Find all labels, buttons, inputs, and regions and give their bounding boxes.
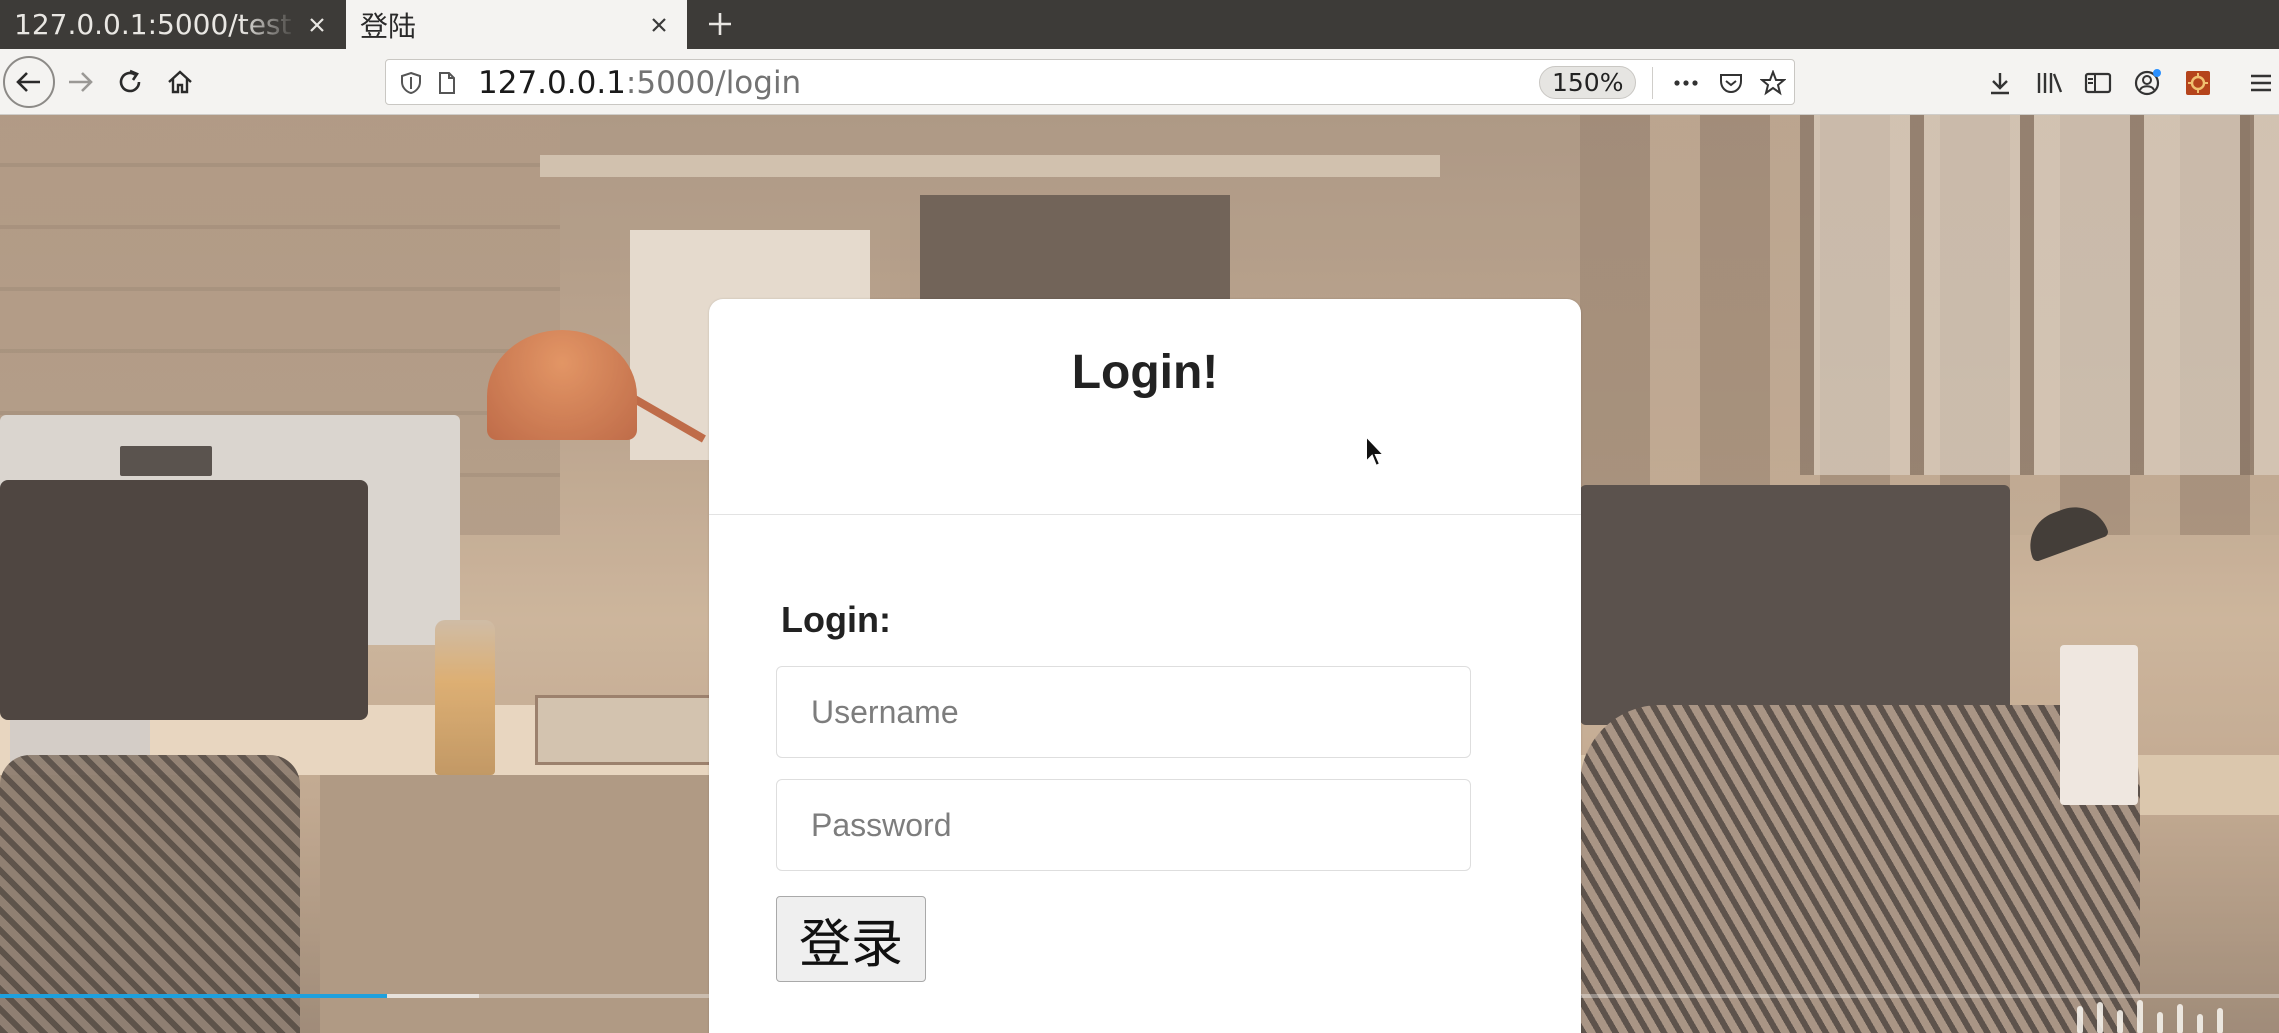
page-info-icon[interactable] xyxy=(432,68,462,98)
divider xyxy=(1652,67,1653,99)
mouse-cursor-icon xyxy=(1365,434,1387,468)
reload-icon xyxy=(119,69,141,93)
close-tab-icon[interactable] xyxy=(297,5,337,45)
arrow-left-icon xyxy=(16,72,40,92)
address-bar[interactable]: 127.0.0.1:5000/login 150% xyxy=(385,59,1795,105)
bookmark-star-icon[interactable] xyxy=(1758,68,1788,98)
login-button[interactable]: 登录 xyxy=(776,896,926,982)
sidebar-icon[interactable] xyxy=(2080,65,2116,101)
card-header: Login! xyxy=(709,299,1581,515)
watermark-logo xyxy=(2077,1000,2223,1033)
hamburger-menu-icon[interactable] xyxy=(2243,65,2279,101)
video-progress-fill xyxy=(0,994,388,998)
navigation-toolbar: 127.0.0.1:5000/login 150% xyxy=(0,49,2279,115)
tab-title: 127.0.0.1:5000/test xyxy=(14,8,292,41)
username-input[interactable] xyxy=(776,666,1471,758)
form-label: Login: xyxy=(781,599,891,640)
new-tab-button[interactable] xyxy=(700,4,740,44)
url-text[interactable]: 127.0.0.1:5000/login xyxy=(478,65,801,101)
account-icon[interactable] xyxy=(2130,65,2166,101)
tab-strip: 127.0.0.1:5000/test 登陆 xyxy=(0,0,2279,49)
tab-test[interactable]: 127.0.0.1:5000/test xyxy=(0,0,345,49)
reload-button[interactable] xyxy=(105,57,155,107)
arrow-right-icon xyxy=(69,72,93,92)
extension-icon[interactable] xyxy=(2180,65,2216,101)
tab-title: 登陆 xyxy=(360,9,417,43)
home-button[interactable] xyxy=(155,57,205,107)
url-path: :5000/login xyxy=(625,65,802,101)
library-icon[interactable] xyxy=(2031,65,2067,101)
login-card: Login! Login: 登录 xyxy=(709,299,1581,1033)
shield-icon[interactable] xyxy=(396,68,426,98)
plus-icon xyxy=(709,13,731,35)
home-icon xyxy=(168,70,192,94)
close-tab-icon[interactable] xyxy=(639,5,679,45)
video-progress-bar[interactable] xyxy=(0,994,2279,998)
download-icon[interactable] xyxy=(1982,65,2018,101)
password-input[interactable] xyxy=(776,779,1471,871)
page-title: Login! xyxy=(1071,346,1219,399)
tab-login[interactable]: 登陆 xyxy=(346,0,687,49)
page-viewport: Login! Login: 登录 xyxy=(0,115,2279,1033)
url-host: 127.0.0.1 xyxy=(478,65,626,101)
pocket-icon[interactable] xyxy=(1716,68,1746,98)
more-actions-icon[interactable] xyxy=(1671,68,1701,98)
zoom-level-button[interactable]: 150% xyxy=(1539,66,1637,99)
back-button[interactable] xyxy=(3,56,55,108)
forward-button[interactable] xyxy=(55,57,105,107)
